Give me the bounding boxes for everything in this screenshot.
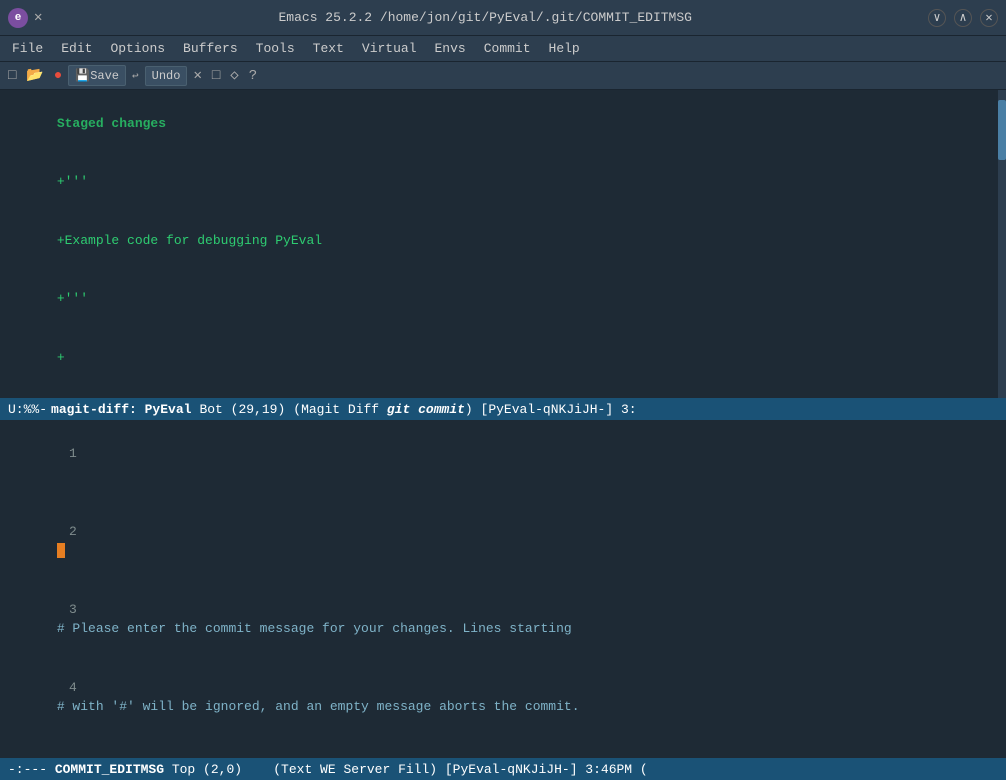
- toolbar-paste-icon[interactable]: ◇: [226, 65, 242, 86]
- commit-line-3: 3 # Please enter the commit message for …: [0, 580, 1006, 658]
- menu-bar: File Edit Options Buffers Tools Text Vir…: [0, 36, 1006, 62]
- commit-line-2: 2: [0, 502, 1006, 580]
- commit-line-1: 1: [0, 424, 1006, 502]
- menu-help[interactable]: Help: [541, 39, 588, 58]
- scrollbar-thumb[interactable]: [998, 100, 1006, 160]
- staged-header-line: Staged changes: [0, 94, 1006, 153]
- editor-area: Staged changes +''' +Example code for de…: [0, 90, 1006, 780]
- menu-options[interactable]: Options: [102, 39, 173, 58]
- title-bar-left: e ✕: [8, 8, 42, 28]
- menu-file[interactable]: File: [4, 39, 51, 58]
- close-button[interactable]: ✕: [980, 9, 998, 27]
- diff-line-5: from pyeval_expression import Expression: [0, 387, 1006, 399]
- status-bottom-text: -:--- COMMIT_EDITMSG Top (2,0) (Text WE …: [8, 762, 648, 777]
- minimize-button[interactable]: ∨: [928, 9, 946, 27]
- window-title: Emacs 25.2.2 /home/jon/git/PyEval/.git/C…: [278, 10, 691, 25]
- menu-envs[interactable]: Envs: [427, 39, 474, 58]
- menu-commit[interactable]: Commit: [476, 39, 539, 58]
- toolbar-open-icon[interactable]: 📂: [22, 65, 47, 86]
- status-top-position: Bot (29,19): [199, 402, 285, 417]
- diff-line-4: +: [0, 328, 1006, 387]
- emacs-icon: e: [8, 8, 28, 28]
- toolbar-undo-arrow: ↩: [128, 67, 143, 85]
- toolbar-new-icon[interactable]: □: [4, 66, 20, 86]
- toolbar: □ 📂 ● 💾Save ↩ Undo ✕ □ ◇ ?: [0, 62, 1006, 90]
- undo-button[interactable]: Undo: [145, 66, 188, 86]
- title-bar-controls: ∨ ∧ ✕: [928, 9, 998, 27]
- save-button[interactable]: 💾Save: [68, 65, 126, 86]
- menu-tools[interactable]: Tools: [248, 39, 303, 58]
- status-top-buffer: magit-diff: PyEval: [51, 402, 191, 417]
- commit-message-pane[interactable]: 1 2 3 # Please enter the commit message …: [0, 420, 1006, 758]
- status-top-prefix: U:%%-: [8, 402, 47, 417]
- title-bar: e ✕ Emacs 25.2.2 /home/jon/git/PyEval/.g…: [0, 0, 1006, 36]
- diff-line-3: +''': [0, 270, 1006, 329]
- menu-buffers[interactable]: Buffers: [175, 39, 246, 58]
- toolbar-stop-icon[interactable]: ●: [50, 66, 66, 86]
- diff-line-1: +''': [0, 153, 1006, 212]
- status-bar-bottom: -:--- COMMIT_EDITMSG Top (2,0) (Text WE …: [0, 758, 1006, 780]
- menu-edit[interactable]: Edit: [53, 39, 100, 58]
- diff-line-2: +Example code for debugging PyEval: [0, 211, 1006, 270]
- cursor: [57, 543, 65, 558]
- commit-line-5: 5 #: [0, 736, 1006, 758]
- menu-text[interactable]: Text: [305, 39, 352, 58]
- status-top-mode: (Magit Diff git commit) [PyEval-qNKJiJH-…: [293, 402, 636, 417]
- menu-virtual[interactable]: Virtual: [354, 39, 425, 58]
- status-bar-top: U:%%- magit-diff: PyEval Bot (29,19) (Ma…: [0, 398, 1006, 420]
- close-x-button[interactable]: ✕: [34, 9, 42, 26]
- diff-pane[interactable]: Staged changes +''' +Example code for de…: [0, 90, 1006, 398]
- maximize-button[interactable]: ∧: [954, 9, 972, 27]
- scrollbar[interactable]: [998, 90, 1006, 398]
- toolbar-search-icon[interactable]: ?: [245, 66, 261, 86]
- commit-line-4: 4 # with '#' will be ignored, and an emp…: [0, 658, 1006, 736]
- toolbar-copy-icon[interactable]: □: [208, 66, 224, 86]
- toolbar-cut-icon[interactable]: ✕: [189, 65, 205, 86]
